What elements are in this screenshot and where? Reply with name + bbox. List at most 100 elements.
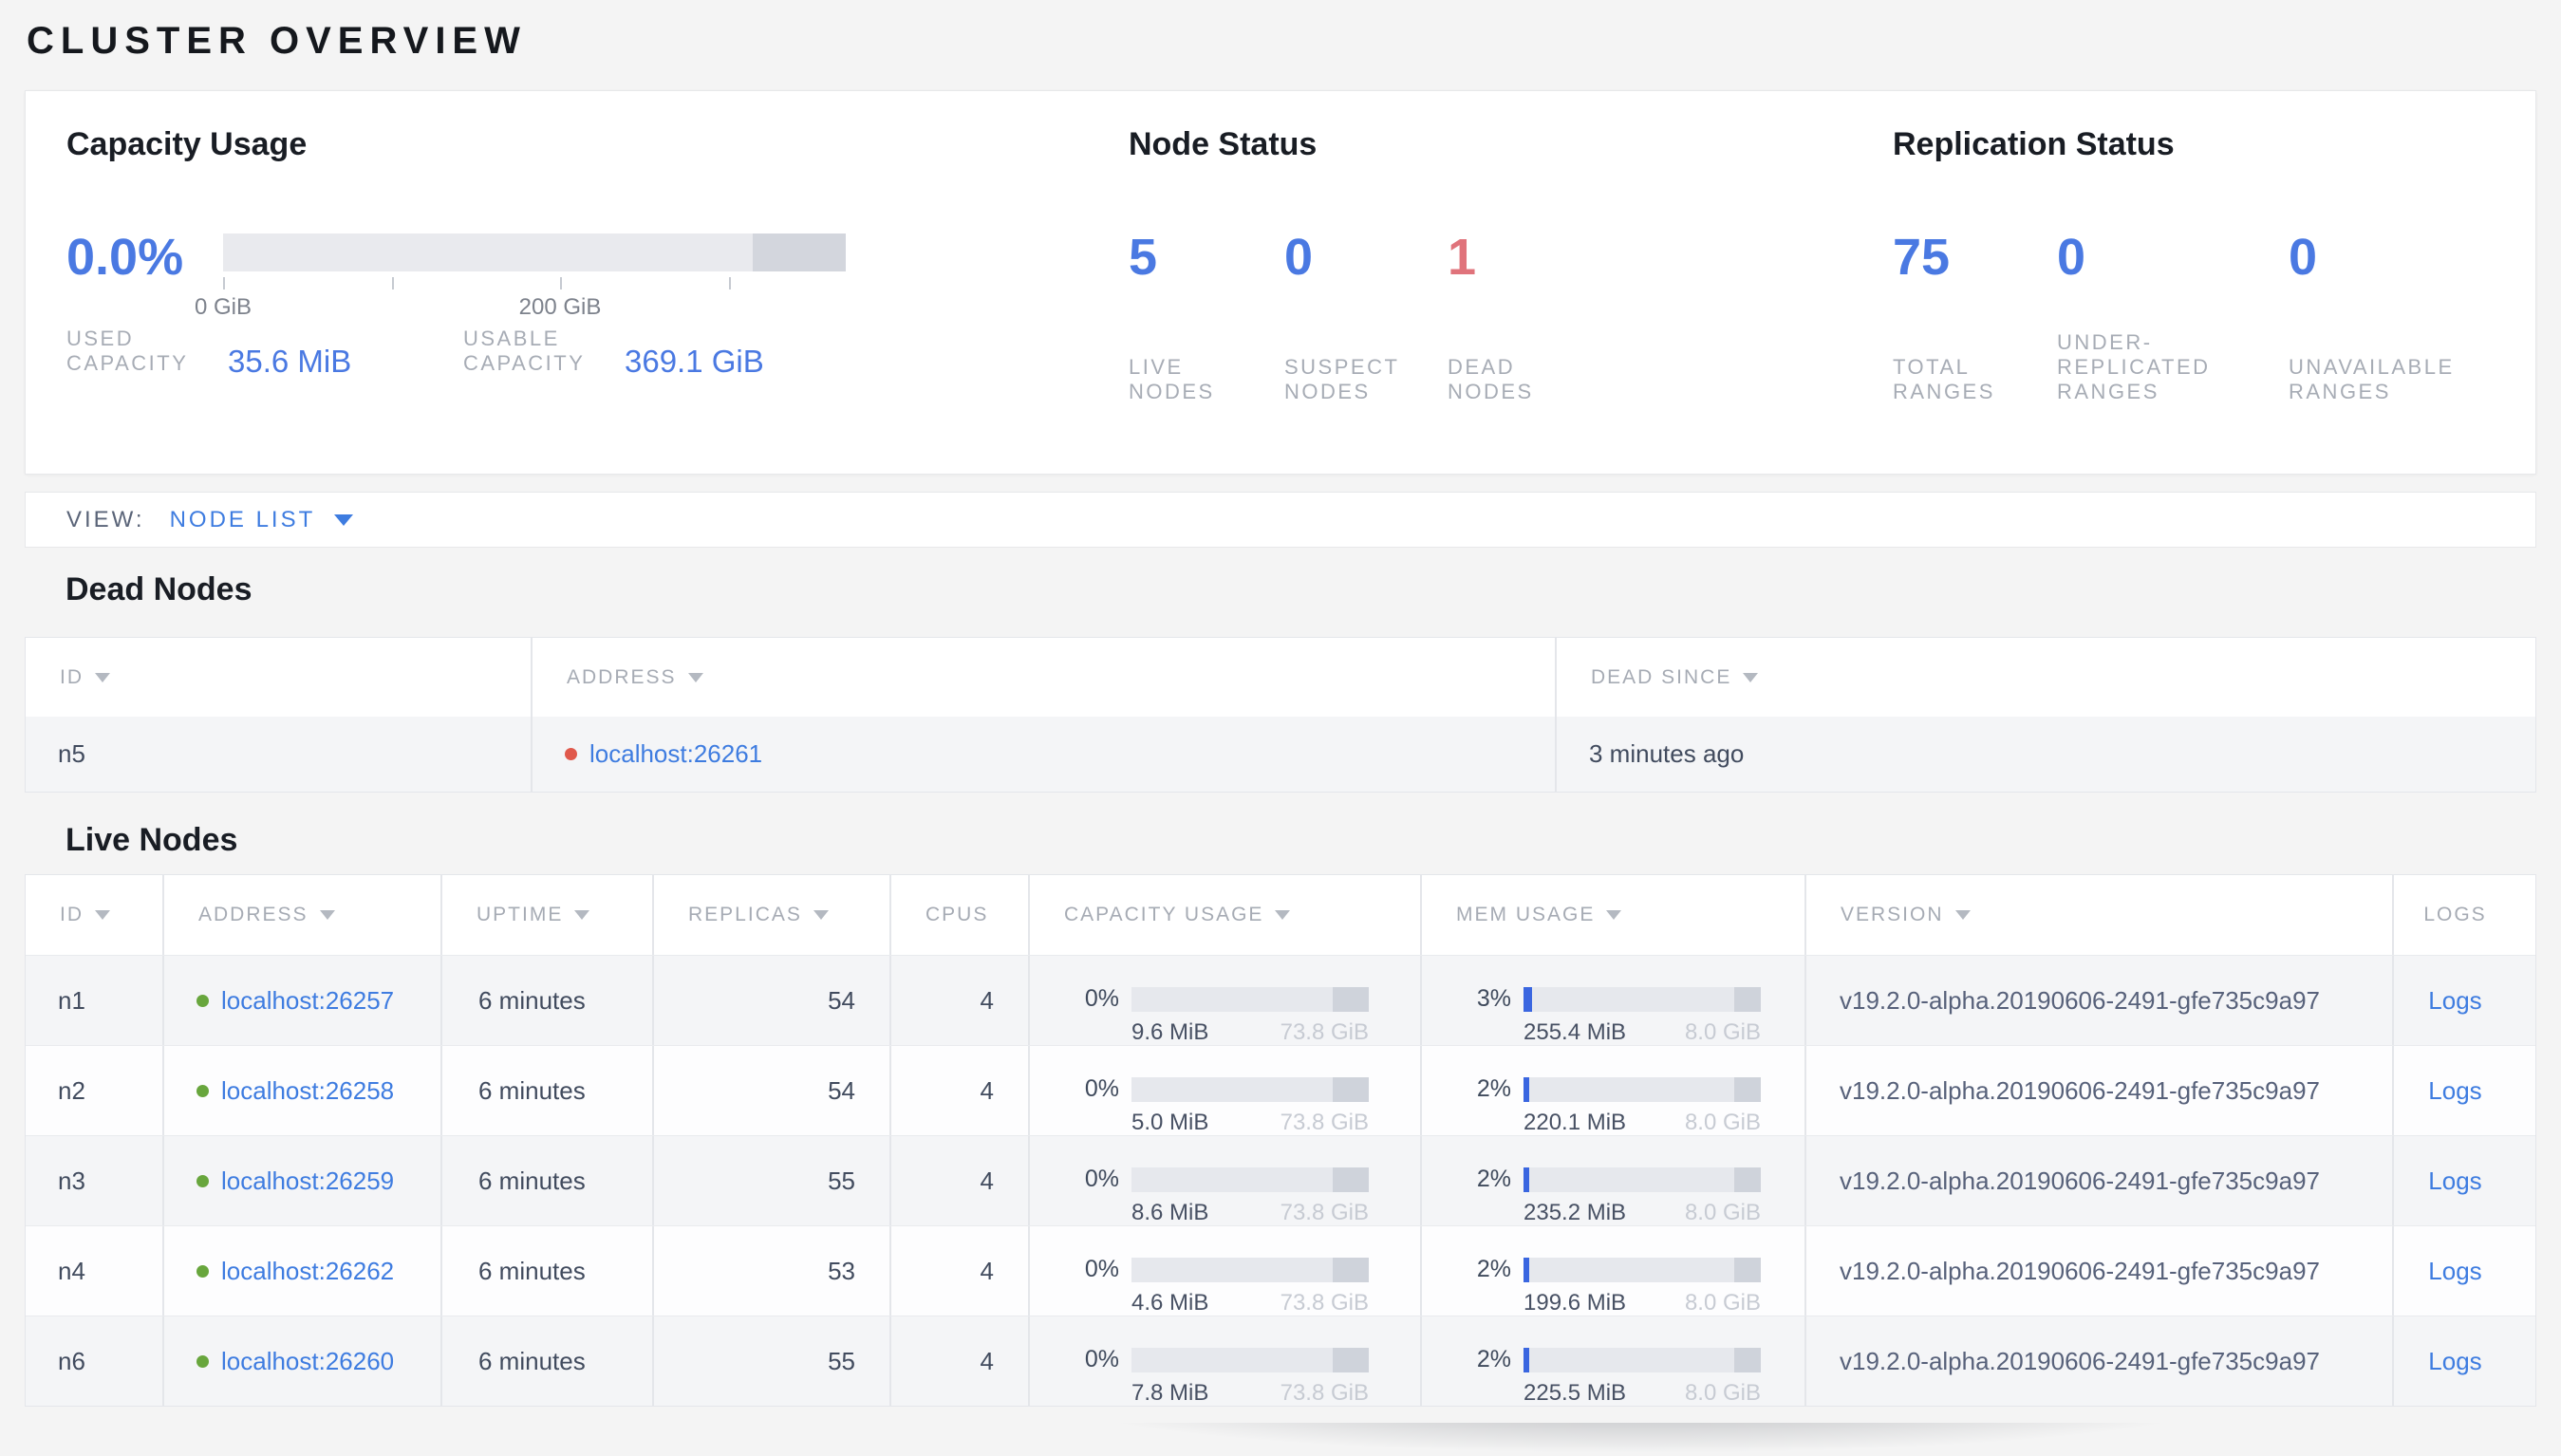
capacity-bar-reserved-segment bbox=[1333, 1347, 1369, 1372]
replicas-cell: 54 bbox=[654, 956, 891, 1045]
sort-arrow-icon bbox=[574, 910, 590, 920]
capacity-usage-cell: 0% 5.0 MiB 73.8 GiB bbox=[1030, 1046, 1422, 1135]
logs-cell: Logs bbox=[2394, 1226, 2516, 1316]
mem-usage-cell: 2% 225.5 MiB 8.0 GiB bbox=[1422, 1316, 1806, 1406]
live-nodes-count: 5 bbox=[1128, 229, 1158, 286]
mem-bar-reserved-segment bbox=[1734, 1167, 1761, 1192]
axis-tick bbox=[560, 277, 562, 289]
node-address-link[interactable]: localhost:26260 bbox=[221, 1347, 394, 1376]
unavailable-ranges-stat: 0 UNAVAILABLE RANGES bbox=[2289, 232, 2535, 404]
mem-usage-bar bbox=[1524, 1167, 1761, 1192]
column-header-id[interactable]: ID bbox=[26, 875, 164, 955]
sort-arrow-icon bbox=[319, 910, 335, 920]
suspect-nodes-label: SUSPECT NODES bbox=[1283, 355, 1399, 403]
unavailable-ranges-count: 0 bbox=[2289, 229, 2318, 286]
sort-arrow-icon bbox=[1954, 910, 1971, 920]
used-capacity-value: 35.6 MiB bbox=[228, 344, 352, 379]
axis-tick bbox=[729, 277, 731, 289]
usable-capacity-label: USABLE CAPACITY bbox=[463, 327, 586, 375]
mem-total-value: 8.0 GiB bbox=[1684, 1380, 1761, 1406]
node-address-cell: localhost:26261 bbox=[533, 717, 1557, 792]
axis-tick-label: 200 GiB bbox=[518, 294, 602, 320]
column-header-dead-since[interactable]: DEAD SINCE bbox=[1557, 638, 2516, 717]
logs-link[interactable]: Logs bbox=[2428, 1076, 2481, 1106]
column-header-capacity-usage[interactable]: CAPACITY USAGE bbox=[1030, 875, 1422, 955]
mem-bar-reserved-segment bbox=[1734, 1257, 1761, 1282]
mem-usage-cell: 3% 255.4 MiB 8.0 GiB bbox=[1422, 956, 1806, 1045]
total-ranges-stat: 75 TOTAL RANGES bbox=[1893, 232, 2057, 404]
mem-used-value: 235.2 MiB bbox=[1524, 1200, 1627, 1225]
node-address-cell: localhost:26257 bbox=[164, 956, 442, 1045]
column-header-address[interactable]: ADDRESS bbox=[533, 638, 1557, 717]
uptime-cell: 6 minutes bbox=[442, 1316, 654, 1406]
mem-usage-bar bbox=[1524, 986, 1761, 1012]
capacity-total-value: 73.8 GiB bbox=[1280, 1019, 1369, 1045]
replicas-cell: 54 bbox=[654, 1046, 891, 1135]
cpus-cell: 4 bbox=[891, 1046, 1030, 1135]
node-status-section: Node Status 5 LIVE NODES 0 SUSPECT NODES… bbox=[1129, 125, 1893, 474]
dead-status-dot-icon bbox=[565, 748, 577, 760]
live-nodes-table: ID ADDRESS UPTIME REPLICAS CPUS CAPACITY… bbox=[25, 874, 2536, 1407]
uptime-cell: 6 minutes bbox=[442, 1226, 654, 1316]
column-header-cpus: CPUS bbox=[891, 875, 1030, 955]
mem-bar-fill bbox=[1524, 1076, 1529, 1102]
live-status-dot-icon bbox=[196, 994, 209, 1007]
node-id-cell: n2 bbox=[26, 1046, 164, 1135]
capacity-percent-value: 0.0% bbox=[66, 229, 184, 286]
mem-percent: 2% bbox=[1476, 1346, 1511, 1372]
dead-nodes-table: ID ADDRESS DEAD SINCE n5 localhost:26261… bbox=[25, 637, 2536, 793]
view-selector[interactable]: NODE LIST bbox=[170, 507, 316, 533]
logs-link[interactable]: Logs bbox=[2428, 1167, 2481, 1196]
logs-link[interactable]: Logs bbox=[2428, 986, 2481, 1016]
sort-arrow-icon bbox=[813, 910, 829, 920]
mem-usage-cell: 2% 235.2 MiB 8.0 GiB bbox=[1422, 1136, 1806, 1225]
node-id-cell: n5 bbox=[26, 717, 533, 792]
sort-arrow-icon bbox=[95, 910, 110, 920]
page-title: CLUSTER OVERVIEW bbox=[27, 20, 527, 62]
column-header-version[interactable]: VERSION bbox=[1806, 875, 2394, 955]
logs-link[interactable]: Logs bbox=[2428, 1257, 2481, 1286]
mem-bar-reserved-segment bbox=[1734, 1347, 1761, 1372]
capacity-bar-track bbox=[223, 233, 846, 271]
chevron-down-icon[interactable] bbox=[334, 513, 354, 526]
mem-usage-bar bbox=[1524, 1076, 1761, 1102]
sort-arrow-icon bbox=[95, 672, 110, 682]
sort-arrow-icon bbox=[687, 672, 703, 682]
logs-link[interactable]: Logs bbox=[2428, 1347, 2481, 1376]
column-header-mem-usage[interactable]: MEM USAGE bbox=[1422, 875, 1806, 955]
node-address-link[interactable]: localhost:26261 bbox=[589, 739, 762, 769]
under-replicated-ranges-count: 0 bbox=[2057, 229, 2086, 286]
used-capacity-stat: USED CAPACITY 35.6 MiB bbox=[66, 327, 463, 379]
capacity-used-value: 5.0 MiB bbox=[1131, 1110, 1209, 1135]
live-node-row: n2 localhost:26258 6 minutes 54 4 0% 5.0… bbox=[26, 1045, 2535, 1135]
column-header-id[interactable]: ID bbox=[26, 638, 533, 717]
suspect-nodes-count: 0 bbox=[1283, 229, 1314, 286]
column-header-uptime[interactable]: UPTIME bbox=[442, 875, 654, 955]
capacity-usage-cell: 0% 4.6 MiB 73.8 GiB bbox=[1030, 1226, 1422, 1316]
uptime-cell: 6 minutes bbox=[442, 956, 654, 1045]
mem-percent: 3% bbox=[1476, 985, 1511, 1012]
node-address-cell: localhost:26262 bbox=[164, 1226, 442, 1316]
version-cell: v19.2.0-alpha.20190606-2491-gfe735c9a97 bbox=[1806, 1046, 2394, 1135]
capacity-usage-bar bbox=[1131, 1076, 1369, 1102]
column-header-replicas[interactable]: REPLICAS bbox=[654, 875, 891, 955]
node-address-link[interactable]: localhost:26262 bbox=[221, 1257, 394, 1286]
logs-cell: Logs bbox=[2394, 956, 2516, 1045]
node-address-link[interactable]: localhost:26258 bbox=[221, 1076, 394, 1106]
node-address-link[interactable]: localhost:26257 bbox=[221, 986, 394, 1016]
replication-status-section: Replication Status 75 TOTAL RANGES 0 UND… bbox=[1893, 125, 2535, 474]
live-nodes-header-row: ID ADDRESS UPTIME REPLICAS CPUS CAPACITY… bbox=[26, 875, 2535, 955]
dead-nodes-stat: 1 DEAD NODES bbox=[1448, 232, 1656, 404]
node-id-cell: n1 bbox=[26, 956, 164, 1045]
capacity-percent: 0% bbox=[1084, 1256, 1119, 1282]
usable-capacity-stat: USABLE CAPACITY 369.1 GiB bbox=[463, 327, 860, 379]
capacity-usage-section: Capacity Usage 0.0% 0 GiB 200 GiB USED C… bbox=[66, 125, 1129, 474]
view-label: VIEW: bbox=[66, 506, 145, 532]
mem-total-value: 8.0 GiB bbox=[1684, 1200, 1761, 1225]
capacity-total-value: 73.8 GiB bbox=[1280, 1110, 1369, 1135]
dead-nodes-heading: Dead Nodes bbox=[65, 571, 252, 607]
capacity-bar-reserved-segment bbox=[1333, 986, 1369, 1012]
column-header-address[interactable]: ADDRESS bbox=[164, 875, 442, 955]
node-address-link[interactable]: localhost:26259 bbox=[221, 1167, 394, 1196]
dead-nodes-label: DEAD NODES bbox=[1447, 355, 1534, 403]
